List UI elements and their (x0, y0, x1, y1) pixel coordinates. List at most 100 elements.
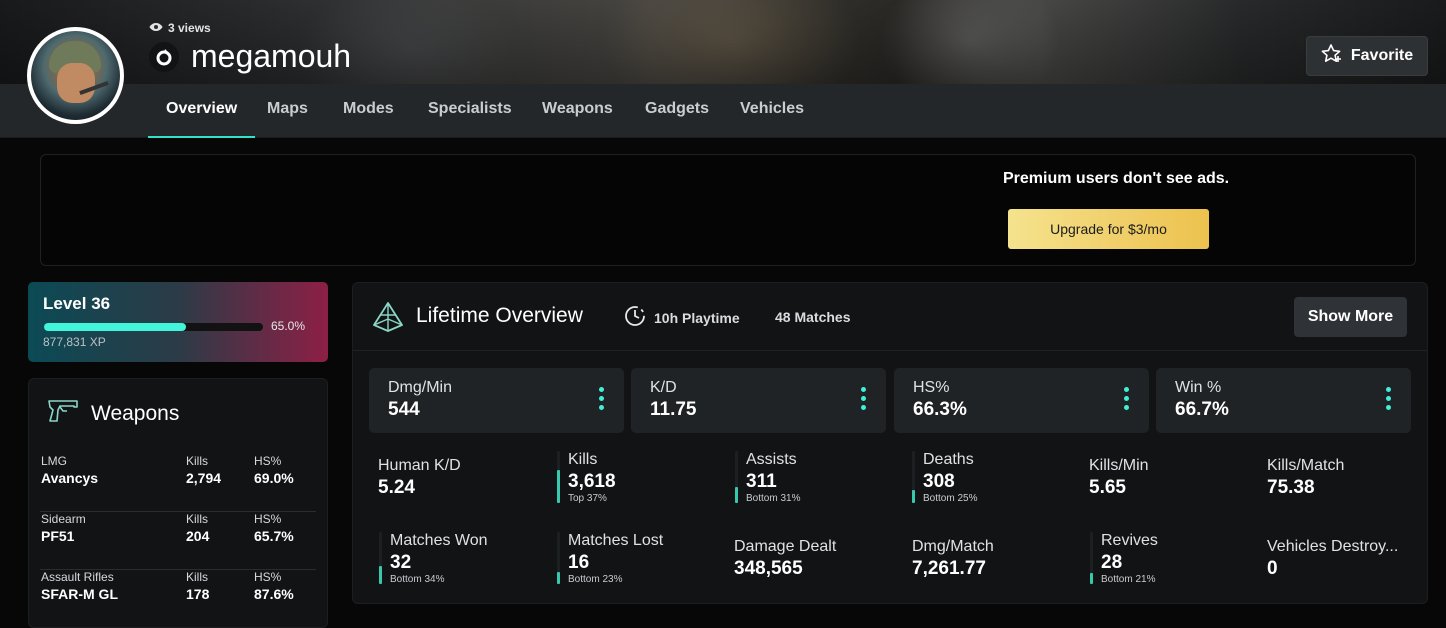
stat-matches-lost: Matches Lost 16 Bottom 23% (557, 532, 728, 588)
weapons-title: Weapons (91, 402, 180, 425)
stat-kills: Kills 3,618 Top 37% (557, 451, 728, 507)
stat-kills-match: Kills/Match 75.38 (1267, 457, 1417, 513)
hs-header: HS% (254, 570, 282, 584)
show-more-button[interactable]: Show More (1294, 297, 1407, 337)
weapon-name: Avancys (41, 470, 99, 486)
stat-human-kd: Human K/D 5.24 (378, 457, 538, 513)
stat-value: 32 (390, 552, 412, 573)
stat-label: K/D (650, 379, 677, 396)
stat-label: Matches Won (390, 532, 488, 549)
stat-label: Matches Lost (568, 532, 664, 549)
stat-value: 5.24 (378, 477, 415, 498)
weapon-category: LMG (41, 454, 68, 468)
stat-label: Kills/Min (1089, 457, 1149, 474)
weapon-row[interactable]: Assault Rifles SFAR-M GL Kills 178 HS% 8… (40, 570, 316, 628)
weapon-hs: 87.6% (254, 586, 294, 602)
ad-message: Premium users don't see ads. (1003, 170, 1230, 187)
kills-header: Kills (186, 570, 209, 584)
view-count-text: 3 views (168, 21, 211, 35)
stat-value: 5.65 (1089, 477, 1126, 498)
stat-card-hs[interactable]: HS% 66.3% (894, 368, 1149, 433)
stat-rank: Bottom 21% (1101, 574, 1156, 585)
stat-rank: Bottom 34% (390, 574, 445, 585)
weapon-name: SFAR-M GL (41, 586, 118, 602)
stat-label: HS% (913, 379, 950, 396)
clock-icon (624, 305, 646, 330)
stat-label: Win % (1175, 379, 1222, 396)
profile-nav: Overview Maps Modes Specialists Weapons … (0, 84, 1446, 138)
stat-card-kd[interactable]: K/D 11.75 (631, 368, 886, 433)
playtime: 10h Playtime (624, 305, 740, 330)
more-options-icon[interactable] (861, 387, 867, 410)
stat-rank: Bottom 25% (923, 493, 978, 504)
more-options-icon[interactable] (1124, 387, 1130, 410)
tab-vehicles[interactable]: Vehicles (740, 84, 804, 138)
stat-deaths: Deaths 308 Bottom 25% (912, 451, 1083, 507)
playtime-text: 10h Playtime (654, 309, 740, 326)
more-options-icon[interactable] (1386, 387, 1392, 410)
eye-icon (149, 21, 163, 35)
favorite-label: Favorite (1350, 47, 1414, 64)
xp-total: 877,831 XP (43, 335, 106, 349)
weapon-category: Assault Rifles (41, 570, 114, 584)
percentile-bar (379, 532, 382, 584)
stat-matches-won: Matches Won 32 Bottom 34% (379, 532, 550, 588)
stat-label: Dmg/Match (912, 538, 994, 555)
stat-revives: Revives 28 Bottom 21% (1090, 532, 1241, 588)
stat-label: Revives (1101, 532, 1158, 549)
stat-value: 7,261.77 (912, 558, 986, 579)
weapon-kills: 2,794 (186, 470, 222, 486)
weapon-row[interactable]: Sidearm PF51 Kills 204 HS% 65.7% (40, 512, 316, 570)
stat-value: 3,618 (568, 471, 616, 492)
tab-overview[interactable]: Overview (147, 84, 256, 138)
tab-modes[interactable]: Modes (343, 84, 394, 138)
stat-value: 28 (1101, 552, 1123, 573)
weapon-hs: 65.7% (254, 528, 294, 544)
xp-percent: 65.0% (271, 319, 306, 333)
level-card: Level 36 65.0% 877,831 XP (28, 282, 328, 362)
upgrade-button[interactable]: Upgrade for $3/mo (1008, 209, 1209, 249)
hs-header: HS% (254, 454, 282, 468)
weapon-category: Sidearm (41, 512, 86, 526)
star-add-icon (1321, 43, 1343, 69)
lifetime-overview-title: Lifetime Overview (416, 304, 583, 327)
stat-value: 348,565 (734, 558, 803, 579)
weapon-kills: 178 (186, 586, 210, 602)
tab-gadgets[interactable]: Gadgets (645, 84, 709, 138)
kills-header: Kills (186, 454, 209, 468)
stat-value: 66.7% (1175, 399, 1229, 420)
weapons-card: Weapons LMG Avancys Kills 2,794 HS% 69.0… (28, 378, 328, 628)
stat-card-win[interactable]: Win % 66.7% (1156, 368, 1411, 433)
stat-rank: Top 37% (568, 493, 607, 504)
favorite-button[interactable]: Favorite (1306, 36, 1428, 76)
weapon-row[interactable]: LMG Avancys Kills 2,794 HS% 69.0% (40, 454, 316, 512)
weapon-hs: 69.0% (254, 470, 294, 486)
stat-label: Damage Dealt (734, 538, 837, 555)
stat-rank: Bottom 23% (568, 574, 623, 585)
panel-divider (352, 350, 1428, 351)
stat-value: 11.75 (650, 399, 697, 420)
xp-progress-bar (44, 323, 263, 331)
tab-maps[interactable]: Maps (267, 84, 308, 138)
stat-vehicles-destroyed: Vehicles Destroy... 0 (1267, 538, 1417, 594)
stat-label: Kills (568, 451, 598, 468)
percentile-bar (735, 451, 738, 503)
more-options-icon[interactable] (599, 387, 605, 410)
stat-label: Vehicles Destroy... (1267, 538, 1399, 555)
weapon-name: PF51 (41, 528, 75, 544)
stat-card-dmg-min[interactable]: Dmg/Min 544 (369, 368, 624, 433)
view-count: 3 views (149, 21, 211, 35)
xp-progress-fill (44, 323, 187, 331)
stat-value: 308 (923, 471, 955, 492)
tab-specialists[interactable]: Specialists (428, 84, 512, 138)
stat-value: 311 (746, 471, 777, 492)
stat-value: 75.38 (1267, 477, 1315, 498)
hs-header: HS% (254, 512, 282, 526)
stat-value: 66.3% (913, 399, 967, 420)
origin-platform-icon (149, 42, 179, 72)
percentile-bar (912, 451, 915, 503)
tab-weapons[interactable]: Weapons (542, 84, 613, 138)
stat-kills-min: Kills/Min 5.65 (1089, 457, 1249, 513)
percentile-bar (557, 451, 560, 503)
stat-value: 0 (1267, 558, 1278, 579)
